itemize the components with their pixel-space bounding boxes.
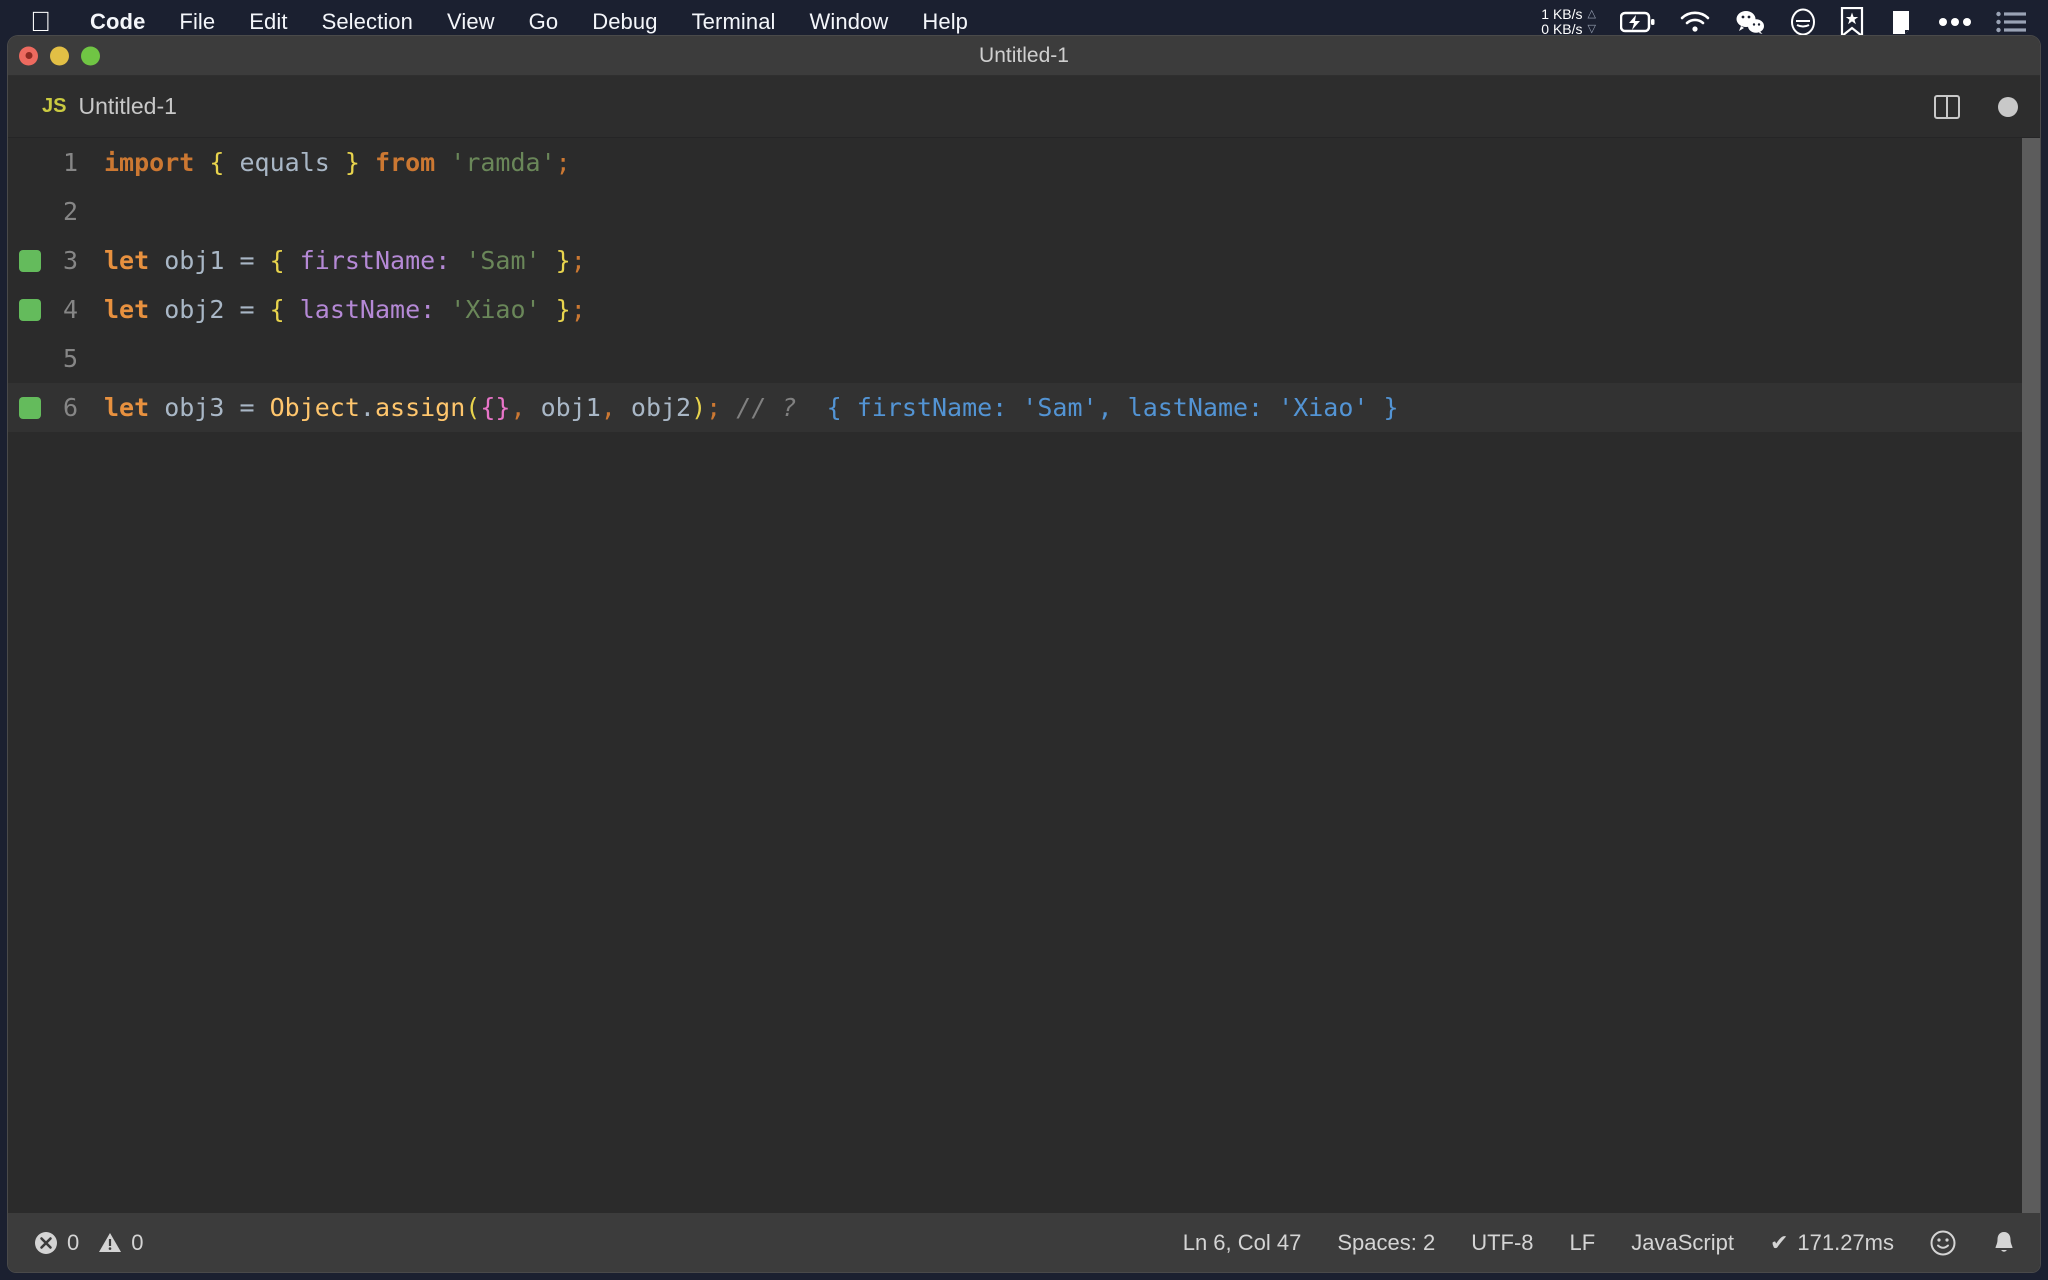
vscode-window: Untitled-1 JS Untitled-1 1import { equal… <box>8 36 2040 1272</box>
menu-item-view[interactable]: View <box>430 9 512 35</box>
tab-label: Untitled-1 <box>78 93 176 120</box>
network-upload-speed: 1 KB/s <box>1541 7 1582 22</box>
line-ending-setting[interactable]: LF <box>1570 1230 1596 1256</box>
code-line-text: let obj2 = { lastName: 'Xiao' }; <box>104 295 2040 324</box>
warning-count: 0 <box>131 1230 143 1256</box>
menu-item-code[interactable]: Code <box>73 9 162 35</box>
editor-scrollbar[interactable] <box>2022 138 2040 1213</box>
code-line-3[interactable]: 3let obj1 = { firstName: 'Sam' }; <box>8 236 2040 285</box>
minimize-window-button[interactable] <box>50 46 69 65</box>
window-title: Untitled-1 <box>8 44 2040 68</box>
quokka-indicator-icon <box>19 299 41 321</box>
apple-logo-icon[interactable]:  <box>30 8 51 36</box>
error-circle-icon <box>34 1231 58 1255</box>
menu-item-file[interactable]: File <box>162 9 232 35</box>
download-arrow-icon: ▽ <box>1588 22 1596 37</box>
network-download-speed: 0 KB/s <box>1541 22 1582 37</box>
list-menu-icon[interactable] <box>1996 11 2026 33</box>
code-lines-container: 1import { equals } from 'ramda';23let ob… <box>8 138 2040 432</box>
close-window-button[interactable] <box>19 46 38 65</box>
code-editor[interactable]: 1import { equals } from 'ramda';23let ob… <box>8 138 2040 1213</box>
menu-items-container: CodeFileEditSelectionViewGoDebugTerminal… <box>73 9 985 35</box>
code-line-6[interactable]: 6let obj3 = Object.assign({}, obj1, obj2… <box>8 383 2040 432</box>
cursor-position[interactable]: Ln 6, Col 47 <box>1183 1230 1302 1256</box>
js-file-icon: JS <box>42 95 66 118</box>
smiley-icon[interactable] <box>1930 1230 1956 1256</box>
status-bar: 0 0 Ln 6, Col 47 Spaces: 2 UTF-8 LF Java… <box>8 1213 2040 1272</box>
warning-triangle-icon <box>98 1231 122 1255</box>
battery-charging-icon[interactable] <box>1620 11 1656 33</box>
error-count: 0 <box>67 1230 79 1256</box>
status-bar-left: 0 0 <box>34 1230 144 1256</box>
indentation-setting[interactable]: Spaces: 2 <box>1337 1230 1435 1256</box>
editor-scrollbar-thumb[interactable] <box>2022 138 2040 1213</box>
code-line-text: import { equals } from 'ramda'; <box>104 148 2040 177</box>
code-line-1[interactable]: 1import { equals } from 'ramda'; <box>8 138 2040 187</box>
encoding-setting[interactable]: UTF-8 <box>1471 1230 1533 1256</box>
pencil-note-icon[interactable] <box>1888 8 1914 36</box>
menu-item-debug[interactable]: Debug <box>575 9 674 35</box>
traffic-lights <box>19 46 100 65</box>
line-number: 2 <box>8 197 104 226</box>
tab-untitled-1[interactable]: JS Untitled-1 <box>8 76 201 137</box>
line-number: 5 <box>8 344 104 373</box>
menu-item-terminal[interactable]: Terminal <box>675 9 793 35</box>
quokka-indicator-icon <box>19 250 41 272</box>
menu-item-edit[interactable]: Edit <box>232 9 304 35</box>
run-time: 171.27ms <box>1797 1230 1894 1256</box>
editor-tab-bar: JS Untitled-1 <box>8 76 2040 138</box>
bell-icon[interactable] <box>1992 1230 2016 1256</box>
wechat-icon[interactable] <box>1734 10 1766 34</box>
wifi-icon[interactable] <box>1680 11 1710 33</box>
quokka-indicator-icon <box>19 397 41 419</box>
code-line-text: let obj1 = { firstName: 'Sam' }; <box>104 246 2040 275</box>
maximize-window-button[interactable] <box>81 46 100 65</box>
ellipsis-icon[interactable] <box>1938 17 1972 27</box>
code-line-text: let obj3 = Object.assign({}, obj1, obj2)… <box>104 393 2040 422</box>
menu-item-go[interactable]: Go <box>512 9 576 35</box>
network-speed-indicator: 1 KB/s 0 KB/s △ ▽ <box>1541 7 1596 37</box>
editor-action-buttons <box>1934 76 2018 137</box>
unsaved-dot-icon[interactable] <box>1998 97 2018 117</box>
menu-item-selection[interactable]: Selection <box>305 9 430 35</box>
code-line-2[interactable]: 2 <box>8 187 2040 236</box>
menu-item-window[interactable]: Window <box>793 9 906 35</box>
code-line-4[interactable]: 4let obj2 = { lastName: 'Xiao' }; <box>8 285 2040 334</box>
problems-indicator[interactable]: 0 0 <box>34 1230 144 1256</box>
menu-item-help[interactable]: Help <box>905 9 985 35</box>
check-icon: ✔ <box>1770 1230 1788 1256</box>
language-mode[interactable]: JavaScript <box>1631 1230 1734 1256</box>
split-editor-icon[interactable] <box>1934 95 1960 119</box>
window-title-bar: Untitled-1 <box>8 36 2040 76</box>
do-not-disturb-icon[interactable] <box>1790 8 1816 36</box>
status-bar-right: Ln 6, Col 47 Spaces: 2 UTF-8 LF JavaScri… <box>1183 1230 2016 1256</box>
code-line-5[interactable]: 5 <box>8 334 2040 383</box>
run-status[interactable]: ✔ 171.27ms <box>1770 1230 1894 1256</box>
line-number: 1 <box>8 148 104 177</box>
bookmark-star-icon[interactable] <box>1840 7 1864 37</box>
upload-arrow-icon: △ <box>1588 7 1596 22</box>
